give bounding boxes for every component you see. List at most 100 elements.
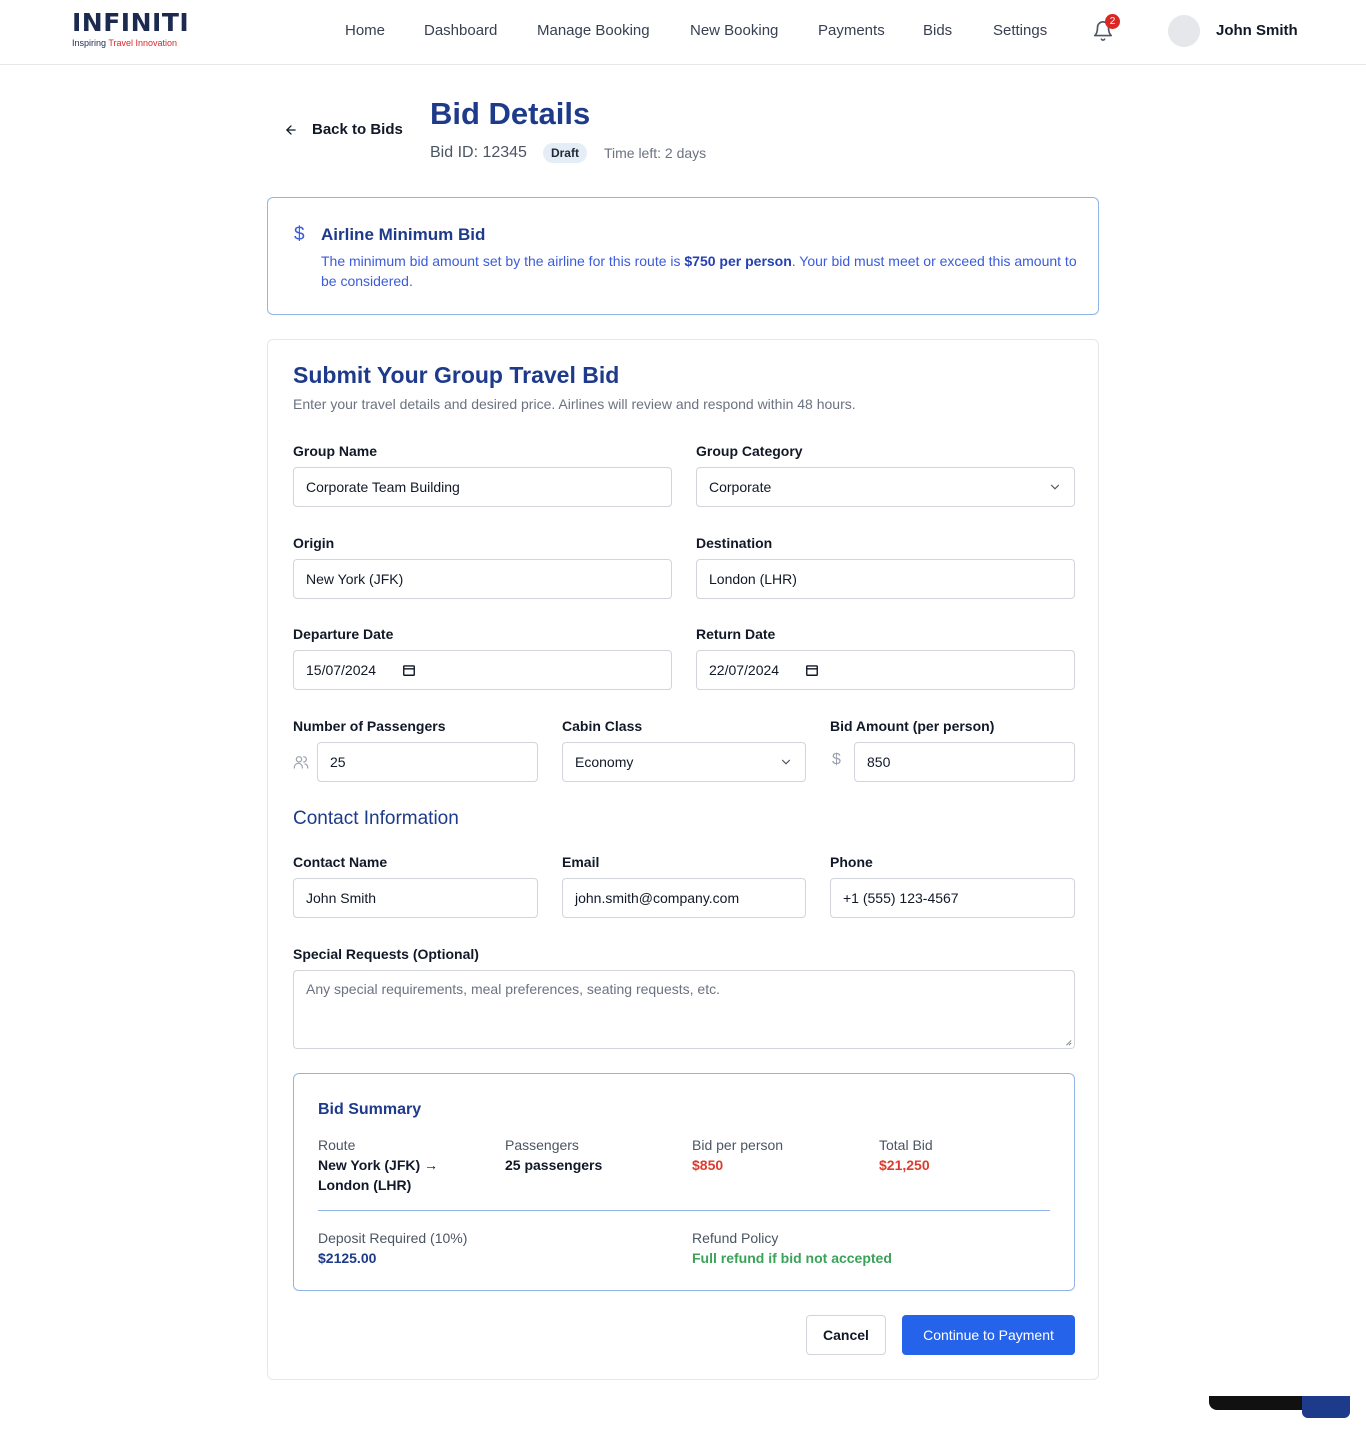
group-name-label: Group Name bbox=[293, 443, 378, 459]
bid-meta: Bid ID: 12345 Draft Time left: 2 days bbox=[430, 143, 706, 163]
special-requests-label: Special Requests (Optional) bbox=[293, 946, 479, 962]
departure-date-label: Departure Date bbox=[293, 626, 394, 642]
origin-input[interactable]: New York (JFK) bbox=[293, 559, 672, 599]
origin-label: Origin bbox=[293, 535, 335, 551]
email-label: Email bbox=[562, 854, 600, 870]
status-badge: Draft bbox=[542, 143, 587, 163]
min-bid-text: The minimum bid amount set by the airlin… bbox=[321, 251, 1081, 291]
route-line-1: New York (JFK) → bbox=[318, 1157, 439, 1173]
phone-input[interactable]: +1 (555) 123-4567 bbox=[830, 878, 1075, 918]
route-line-2: London (LHR) bbox=[318, 1177, 412, 1193]
summary-divider bbox=[318, 1210, 1050, 1211]
summary-deposit: Deposit Required (10%) $2125.00 bbox=[318, 1228, 467, 1268]
bid-amount-value: 850 bbox=[867, 754, 891, 770]
chevron-down-icon bbox=[1050, 484, 1060, 490]
phone-value: +1 (555) 123-4567 bbox=[843, 890, 959, 906]
special-requests-textarea[interactable]: Any special requirements, meal preferenc… bbox=[293, 970, 1075, 1049]
back-to-bids-link[interactable]: Back to Bids bbox=[284, 121, 403, 138]
back-link-label: Back to Bids bbox=[312, 121, 403, 138]
airline-minimum-bid-card: $ Airline Minimum Bid The minimum bid am… bbox=[267, 197, 1099, 315]
top-navigation-bar: INFINITI Inspiring Travel Innovation Hom… bbox=[0, 0, 1366, 65]
group-category-select[interactable]: Corporate bbox=[696, 467, 1075, 507]
passengers-summary-value: 25 passengers bbox=[505, 1157, 603, 1173]
destination-label: Destination bbox=[696, 535, 773, 551]
form-title: Submit Your Group Travel Bid bbox=[293, 362, 620, 388]
avatar[interactable] bbox=[1168, 15, 1200, 47]
passengers-label: Number of Passengers bbox=[293, 718, 446, 734]
arrow-left-icon bbox=[286, 124, 296, 135]
refund-policy-label: Refund Policy bbox=[692, 1230, 779, 1246]
route-label: Route bbox=[318, 1137, 356, 1153]
cabin-class-label: Cabin Class bbox=[562, 718, 643, 734]
user-name[interactable]: John Smith bbox=[1216, 22, 1298, 39]
time-left: Time left: 2 days bbox=[603, 145, 707, 161]
contact-name-label: Contact Name bbox=[293, 854, 388, 870]
deposit-label: Deposit Required (10%) bbox=[318, 1230, 468, 1246]
dollar-icon: $ bbox=[294, 224, 305, 245]
group-category-label: Group Category bbox=[696, 443, 803, 459]
departure-date-input[interactable]: 15/07/2024 bbox=[293, 650, 672, 690]
page-title: Bid Details bbox=[430, 96, 591, 131]
min-bid-text-before: The minimum bid amount set by the airlin… bbox=[321, 253, 685, 269]
passengers-value: 25 bbox=[330, 754, 346, 770]
nav-new-booking[interactable]: New Booking bbox=[690, 22, 778, 39]
bid-form-card: Submit Your Group Travel Bid Enter your … bbox=[267, 339, 1099, 1380]
summary-route: Route New York (JFK) → London (LHR) bbox=[318, 1135, 438, 1195]
destination-input[interactable]: London (LHR) bbox=[696, 559, 1075, 599]
nav-home[interactable]: Home bbox=[345, 22, 385, 39]
bid-per-person-value: $850 bbox=[692, 1157, 724, 1173]
nav-settings[interactable]: Settings bbox=[993, 22, 1047, 39]
summary-title: Bid Summary bbox=[318, 1101, 422, 1118]
cabin-class-select[interactable]: Economy bbox=[562, 742, 806, 782]
continue-to-payment-button[interactable]: Continue to Payment bbox=[902, 1315, 1075, 1355]
group-name-input[interactable]: Corporate Team Building bbox=[293, 467, 672, 507]
return-date-value: 22/07/2024 bbox=[709, 662, 780, 678]
nav-manage-booking[interactable]: Manage Booking bbox=[537, 22, 650, 39]
contact-name-value: John Smith bbox=[306, 890, 377, 906]
group-category-value: Corporate bbox=[709, 479, 772, 495]
infiniti-logo[interactable]: INFINITI Inspiring Travel Innovation bbox=[72, 8, 190, 49]
min-bid-amount: $750 per person bbox=[684, 253, 792, 269]
departure-date-value: 15/07/2024 bbox=[306, 662, 377, 678]
cancel-button[interactable]: Cancel bbox=[806, 1315, 886, 1355]
destination-value: London (LHR) bbox=[709, 571, 797, 587]
summary-passengers: Passengers 25 passengers bbox=[505, 1135, 602, 1175]
bid-per-person-label: Bid per person bbox=[692, 1137, 784, 1153]
calendar-icon[interactable] bbox=[805, 663, 819, 677]
bid-amount-input[interactable]: 850 bbox=[854, 742, 1075, 782]
return-date-input[interactable]: 22/07/2024 bbox=[696, 650, 1075, 690]
tagline-part-a: Inspiring bbox=[72, 38, 109, 48]
group-name-value: Corporate Team Building bbox=[306, 479, 460, 495]
total-bid-value: $21,250 bbox=[879, 1157, 930, 1173]
origin-value: New York (JFK) bbox=[306, 571, 404, 587]
users-icon bbox=[293, 756, 309, 769]
email-field[interactable]: john.smith@company.com bbox=[562, 878, 806, 918]
nav-dashboard[interactable]: Dashboard bbox=[424, 22, 497, 39]
contact-name-input[interactable]: John Smith bbox=[293, 878, 538, 918]
dollar-icon: $ bbox=[832, 751, 841, 768]
calendar-icon[interactable] bbox=[402, 663, 416, 677]
summary-bid-per-person: Bid per person $850 bbox=[692, 1135, 783, 1175]
logo-wordmark: INFINITI bbox=[72, 8, 190, 37]
total-bid-label: Total Bid bbox=[879, 1137, 933, 1153]
cabin-class-value: Economy bbox=[575, 754, 634, 770]
floating-action-button[interactable] bbox=[1302, 1396, 1350, 1418]
deposit-value: $2125.00 bbox=[318, 1250, 377, 1266]
form-subtitle: Enter your travel details and desired pr… bbox=[293, 396, 856, 412]
min-bid-title: Airline Minimum Bid bbox=[321, 225, 486, 244]
bid-id: Bid ID: 12345 bbox=[430, 144, 527, 161]
resize-handle-icon[interactable] bbox=[1064, 1038, 1072, 1046]
bid-amount-label: Bid Amount (per person) bbox=[830, 718, 995, 734]
chevron-down-icon bbox=[781, 759, 791, 765]
contact-information-heading: Contact Information bbox=[293, 808, 459, 829]
nav-bids[interactable]: Bids bbox=[923, 22, 952, 39]
summary-refund-policy: Refund Policy Full refund if bid not acc… bbox=[692, 1228, 892, 1268]
passengers-input[interactable]: 25 bbox=[317, 742, 538, 782]
bid-summary: Bid Summary Route New York (JFK) → Londo… bbox=[293, 1073, 1075, 1291]
phone-label: Phone bbox=[830, 854, 873, 870]
special-requests-placeholder: Any special requirements, meal preferenc… bbox=[306, 981, 720, 997]
email-value: john.smith@company.com bbox=[575, 890, 740, 906]
passengers-summary-label: Passengers bbox=[505, 1137, 579, 1153]
return-date-label: Return Date bbox=[696, 626, 776, 642]
nav-payments[interactable]: Payments bbox=[818, 22, 885, 39]
